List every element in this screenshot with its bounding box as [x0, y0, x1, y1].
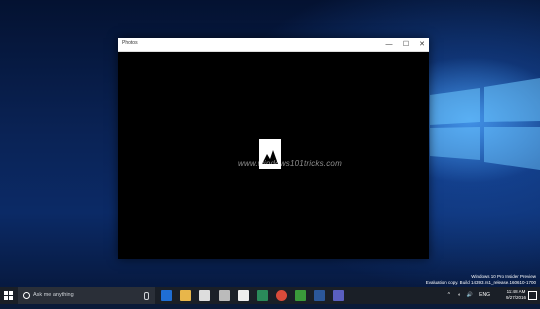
file-explorer-icon[interactable] — [180, 290, 191, 301]
language-indicator[interactable]: ENG — [479, 292, 490, 298]
eval-line2: Evaluation copy. Build 14393.rs1_release… — [425, 280, 536, 285]
windows-start-icon — [4, 291, 13, 300]
network-icon[interactable]: ◐ — [458, 292, 461, 298]
search-placeholder: Ask me anything — [33, 292, 74, 298]
chrome-icon[interactable] — [276, 290, 287, 301]
edge-icon[interactable] — [161, 290, 172, 301]
store-icon[interactable] — [199, 290, 210, 301]
start-button[interactable] — [0, 287, 17, 304]
photos-icon[interactable] — [257, 290, 268, 301]
evaluation-notice: Windows 10 Pro Insider Preview Evaluatio… — [426, 274, 536, 286]
search-box[interactable]: Ask me anything — [18, 287, 155, 304]
microphone-icon[interactable] — [144, 292, 149, 300]
word-icon[interactable] — [314, 290, 325, 301]
clock[interactable]: 11:48 AM 9/27/2016 — [506, 289, 526, 301]
clock-date: 9/27/2016 — [505, 295, 526, 300]
terminal-icon[interactable] — [238, 290, 249, 301]
cortana-icon — [23, 292, 30, 299]
title-bar[interactable]: Photos — ☐ ✕ — [118, 38, 429, 52]
gaming-icon[interactable] — [295, 290, 306, 301]
photos-window[interactable]: Photos — ☐ ✕ www.windows101tricks.com — [118, 38, 429, 259]
minimize-button[interactable]: — — [381, 38, 397, 51]
media-icon[interactable] — [219, 290, 230, 301]
close-button[interactable]: ✕ — [414, 38, 430, 51]
notification-center-icon[interactable] — [528, 291, 537, 300]
app-icon[interactable] — [333, 290, 344, 301]
volume-icon[interactable]: 🔊 — [467, 292, 473, 298]
tray-chevron-icon[interactable]: ^ — [448, 292, 450, 298]
watermark-text: www.windows101tricks.com — [238, 159, 342, 168]
window-title: Photos — [122, 40, 138, 46]
taskbar: Ask me anything ^ ◐ 🔊 ENG 11:48 AM 9/27/… — [0, 287, 540, 304]
maximize-button[interactable]: ☐ — [398, 38, 414, 51]
